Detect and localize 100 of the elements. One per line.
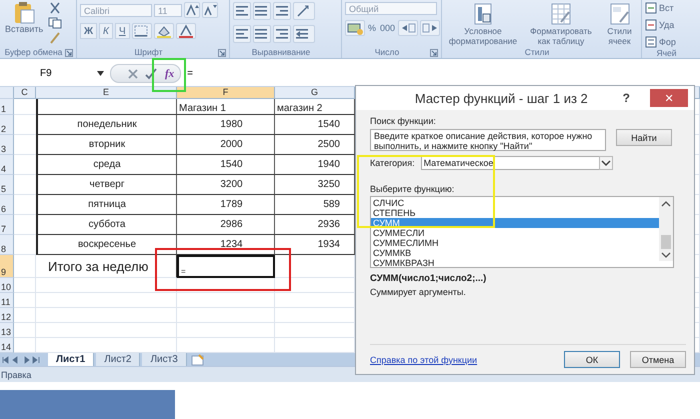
cancel-button[interactable]: Отмена — [630, 351, 686, 368]
cells-button[interactable]: Уда — [645, 19, 674, 31]
format-cells-icon[interactable] — [645, 36, 657, 48]
styles-button[interactable]: Стили ячеек — [601, 2, 638, 46]
font-color-icon[interactable] — [176, 23, 196, 39]
align-icon[interactable] — [253, 25, 271, 43]
table-cell: 1980 — [177, 115, 275, 135]
name-box[interactable]: F9 — [0, 68, 110, 79]
ribbon-group-label: Стили — [524, 47, 550, 57]
table-cell — [14, 293, 36, 308]
row-header[interactable]: 14 — [0, 338, 14, 353]
help-link[interactable]: Справка по этой функции — [370, 354, 478, 364]
formula-field[interactable]: = — [181, 68, 700, 79]
dialog-launcher-icon[interactable] — [430, 49, 438, 57]
currency-icon[interactable] — [345, 20, 365, 36]
align-icon[interactable] — [273, 2, 291, 20]
grow-font-icon[interactable] — [184, 2, 200, 18]
function-signature: СУММ(число1;число2;...) — [370, 273, 488, 284]
sheet-navigation-icon[interactable] — [2, 356, 42, 364]
border-icon[interactable] — [132, 23, 152, 39]
sheet-tab[interactable]: Лист3 — [142, 353, 187, 366]
ok-button[interactable]: ОК — [564, 351, 620, 368]
copy-icon[interactable] — [48, 17, 62, 29]
function-item[interactable]: СУММКВ — [371, 248, 659, 258]
function-item[interactable]: СУММЕСЛИ — [371, 228, 659, 238]
category-dropdown[interactable]: Математическое — [420, 156, 613, 170]
row-header[interactable]: 5 — [0, 175, 14, 195]
dialog-launcher-icon[interactable] — [218, 49, 226, 57]
table-cell: 1234 — [177, 235, 275, 255]
column-header[interactable]: F — [177, 87, 275, 99]
font-style-button[interactable]: Ж — [80, 23, 98, 39]
row-header[interactable]: 7 — [0, 215, 14, 235]
function-item[interactable]: СТЕПЕНЬ — [371, 208, 659, 218]
table-cell: четверг — [36, 175, 177, 195]
table-cell: 1789 — [177, 195, 275, 215]
table-cell: пятница — [36, 195, 177, 215]
row-header[interactable]: 1 — [0, 99, 14, 115]
insert-function-button[interactable]: fx — [163, 68, 176, 80]
clipboard-icon[interactable] — [12, 2, 36, 24]
fill-color-icon[interactable] — [154, 23, 174, 39]
table-cell — [14, 255, 36, 278]
font-style-button[interactable]: К — [99, 23, 113, 39]
table-format-icon[interactable] — [549, 2, 573, 26]
cancel-icon[interactable] — [127, 68, 139, 80]
font-style-button[interactable]: Ч — [114, 23, 130, 39]
help-button[interactable]: ? — [616, 90, 636, 106]
scissors-icon[interactable] — [48, 2, 62, 14]
function-item[interactable]: СЛЧИС — [371, 198, 659, 208]
scrollbar-drawing[interactable] — [659, 197, 673, 261]
row-header[interactable]: 8 — [0, 235, 14, 255]
styles-button[interactable]: Условное форматирование — [445, 2, 521, 46]
row-header[interactable]: 10 — [0, 278, 14, 293]
close-button[interactable]: ✕ — [650, 89, 688, 107]
search-field[interactable]: Введите краткое описание действия, которое нужно выполнить, и нажмите кнопку "Найти" — [370, 129, 606, 151]
align-icon[interactable] — [233, 2, 251, 20]
column-header[interactable]: E — [36, 87, 177, 99]
sheet-tab[interactable]: Лист2 — [96, 353, 140, 366]
column-header[interactable]: G — [275, 87, 355, 99]
increase-decimal-icon[interactable] — [398, 20, 418, 36]
sheet-tab[interactable]: Лист1 — [48, 353, 94, 366]
row-header[interactable]: 9 — [0, 255, 14, 278]
row-header[interactable]: 13 — [0, 323, 14, 338]
function-list-label: Выберите функцию: — [370, 184, 456, 194]
number-style-button[interactable]: % — [367, 23, 378, 33]
active-cell[interactable]: = — [177, 255, 275, 278]
status-mode: Правка — [0, 370, 32, 380]
align-icon[interactable] — [253, 2, 271, 20]
cell-style-icon[interactable] — [608, 2, 632, 26]
search-label: Поиск функции: — [370, 116, 437, 126]
shrink-font-icon[interactable] — [202, 2, 218, 18]
table-cell: понедельник — [36, 115, 177, 135]
paste-button[interactable]: Вставить — [3, 2, 46, 34]
delete-cells-icon[interactable] — [645, 19, 657, 31]
decrease-decimal-icon[interactable] — [420, 20, 440, 36]
number-style-button[interactable]: 000 — [379, 23, 396, 33]
dropdown-icon[interactable] — [598, 156, 613, 170]
find-button[interactable]: Найти — [616, 129, 672, 146]
checkmark-icon[interactable] — [145, 68, 157, 80]
row-header[interactable]: 6 — [0, 195, 14, 215]
ribbon-group-label: Число — [374, 47, 400, 57]
align-icon[interactable] — [233, 25, 251, 43]
row-header[interactable]: 11 — [0, 293, 14, 308]
row-header[interactable]: 4 — [0, 155, 14, 175]
dropdown-icon[interactable] — [97, 71, 104, 76]
dialog-title: Мастер функций - шаг 1 из 2 — [414, 90, 589, 106]
text-direction-icon[interactable] — [293, 2, 315, 20]
styles-button[interactable]: Форматировать как таблицу — [523, 2, 599, 46]
row-header[interactable]: 2 — [0, 115, 14, 135]
row-header[interactable]: 12 — [0, 308, 14, 323]
function-item[interactable]: СУММЕСЛИМН — [371, 238, 659, 248]
column-header[interactable]: C — [14, 87, 36, 99]
align-icon[interactable] — [273, 25, 291, 43]
insert-cells-icon[interactable] — [645, 2, 657, 14]
row-header[interactable]: 3 — [0, 135, 14, 155]
table-cell — [14, 308, 36, 323]
cells-button[interactable]: Вст — [645, 2, 674, 14]
function-item[interactable]: СУММКВРАЗН — [371, 258, 659, 268]
dialog-launcher-icon[interactable] — [65, 49, 73, 57]
indent-icon[interactable] — [293, 25, 315, 43]
cells-button[interactable]: Фор — [645, 36, 676, 48]
